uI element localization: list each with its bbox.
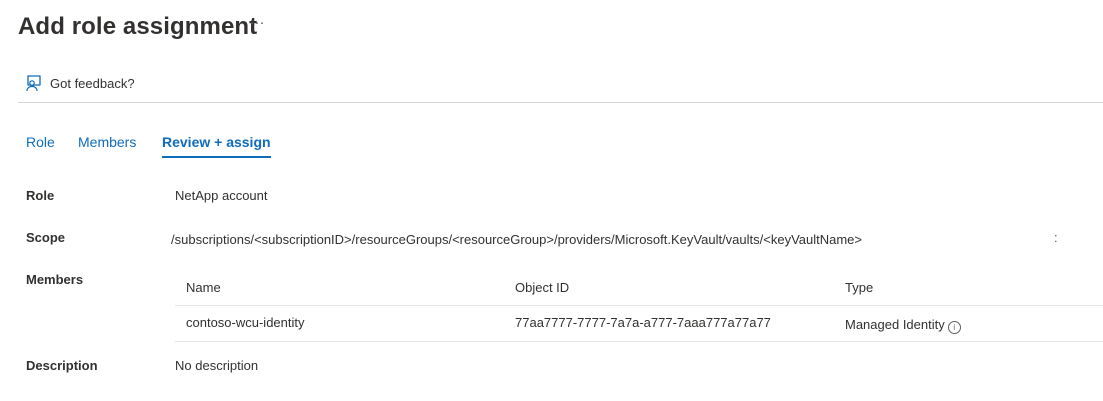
column-header-name: Name	[186, 280, 221, 295]
member-type: Managed Identity i	[845, 317, 961, 334]
column-header-type: Type	[845, 280, 874, 295]
tab-review-assign[interactable]: Review + assign	[162, 126, 271, 158]
tab-members[interactable]: Members	[78, 126, 136, 158]
description-label: Description	[26, 358, 98, 373]
description-value: No description	[175, 358, 259, 373]
feedback-button[interactable]: Got feedback?	[25, 74, 135, 92]
member-name: contoso-wcu-identity	[186, 315, 305, 330]
title-row: Add role assignment	[18, 10, 257, 44]
table-row: contoso-wcu-identity 77aa7777-7777-7a7a-…	[175, 306, 1103, 342]
command-bar: Got feedback?	[18, 68, 1103, 103]
tab-role[interactable]: Role	[26, 126, 55, 158]
members-label: Members	[26, 272, 84, 287]
feedback-label: Got feedback?	[50, 75, 135, 91]
add-role-assignment-page: Add role assignment ··· Got feedback? Ro…	[0, 0, 1103, 401]
info-icon[interactable]: i	[947, 321, 961, 334]
scope-value: /subscriptions/<subscriptionID>/resource…	[171, 232, 863, 247]
member-object-id: 77aa7777-7777-7a7a-a777-7aaa777a77a77	[515, 315, 771, 330]
page-title: Add role assignment	[18, 13, 258, 40]
member-type-label: Managed Identity	[845, 317, 945, 332]
role-label: Role	[26, 188, 55, 203]
role-value: NetApp account	[175, 188, 268, 203]
table-header: Name Object ID Type	[175, 269, 1103, 306]
column-header-object-id: Object ID	[515, 280, 570, 295]
scope-more-button[interactable]: :	[1054, 230, 1058, 245]
scope-label: Scope	[26, 230, 66, 245]
feedback-person-icon	[26, 75, 41, 92]
members-table: Name Object ID Type contoso-wcu-identity…	[175, 269, 1103, 342]
more-options-button[interactable]: ···	[248, 12, 266, 34]
